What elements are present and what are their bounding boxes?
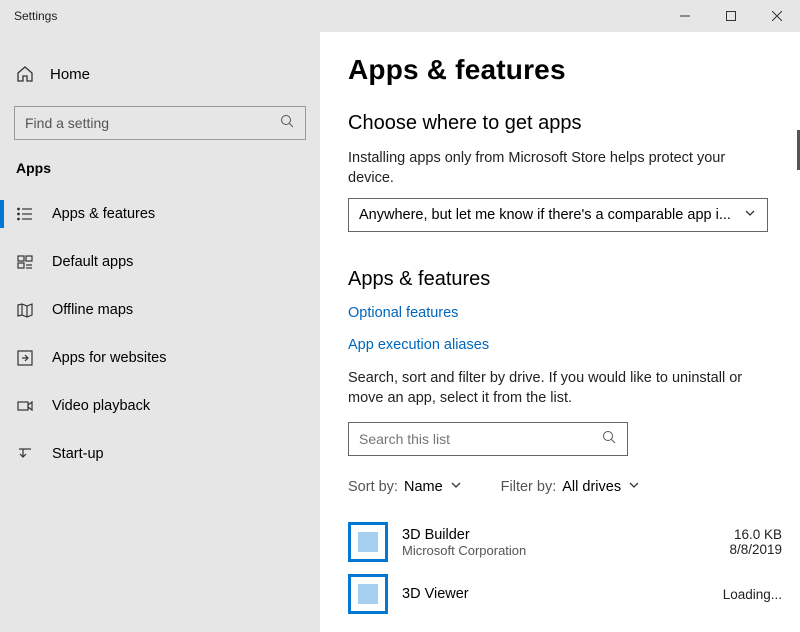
app-list-item[interactable]: 3D Viewer Loading... xyxy=(348,568,782,620)
nav-apps-websites[interactable]: Apps for websites xyxy=(0,334,320,382)
app-source-value: Anywhere, but let me know if there's a c… xyxy=(359,207,743,223)
sidebar-search[interactable] xyxy=(14,106,306,140)
app-list-search[interactable] xyxy=(348,422,628,456)
nav-label: Apps & features xyxy=(52,206,155,222)
choose-description: Installing apps only from Microsoft Stor… xyxy=(348,149,768,188)
filter-value: All drives xyxy=(562,479,621,495)
content-pane: Apps & features Choose where to get apps… xyxy=(320,32,800,632)
home-icon xyxy=(16,65,34,83)
defaults-icon xyxy=(16,253,34,271)
search-icon xyxy=(280,114,295,132)
nav-default-apps[interactable]: Default apps xyxy=(0,238,320,286)
page-title: Apps & features xyxy=(348,54,782,86)
filter-control[interactable]: Filter by: All drives xyxy=(501,478,641,496)
sidebar-section-label: Apps xyxy=(0,160,320,176)
video-icon xyxy=(16,397,34,415)
close-button[interactable] xyxy=(754,0,800,32)
app-list-search-input[interactable] xyxy=(359,431,602,447)
app-publisher: Microsoft Corporation xyxy=(402,543,715,558)
list-icon xyxy=(16,205,34,223)
caption-buttons xyxy=(662,0,800,32)
app-source-select[interactable]: Anywhere, but let me know if there's a c… xyxy=(348,198,768,232)
nav-label: Offline maps xyxy=(52,302,133,318)
open-icon xyxy=(16,349,34,367)
app-icon xyxy=(348,522,388,562)
app-name: 3D Builder xyxy=(402,527,715,543)
sort-label: Sort by: xyxy=(348,479,398,495)
search-icon xyxy=(602,430,617,448)
choose-heading: Choose where to get apps xyxy=(348,112,782,135)
startup-icon xyxy=(16,445,34,463)
nav-apps-features[interactable]: Apps & features xyxy=(0,190,320,238)
chevron-down-icon xyxy=(449,478,463,496)
nav-label: Apps for websites xyxy=(52,350,166,366)
filter-description: Search, sort and filter by drive. If you… xyxy=(348,369,768,408)
app-icon xyxy=(348,574,388,614)
sort-control[interactable]: Sort by: Name xyxy=(348,478,463,496)
app-list-item[interactable]: 3D Builder Microsoft Corporation 16.0 KB… xyxy=(348,516,782,568)
sort-filter-row: Sort by: Name Filter by: All drives xyxy=(348,478,782,496)
app-date: 8/8/2019 xyxy=(729,542,782,557)
nav-startup[interactable]: Start-up xyxy=(0,430,320,478)
apps-features-heading: Apps & features xyxy=(348,268,782,291)
app-size: Loading... xyxy=(723,587,782,602)
app-execution-aliases-link[interactable]: App execution aliases xyxy=(348,337,782,353)
nav-video-playback[interactable]: Video playback xyxy=(0,382,320,430)
nav-label: Video playback xyxy=(52,398,150,414)
chevron-down-icon xyxy=(743,206,757,224)
chevron-down-icon xyxy=(627,478,641,496)
filter-label: Filter by: xyxy=(501,479,557,495)
map-icon xyxy=(16,301,34,319)
nav-offline-maps[interactable]: Offline maps xyxy=(0,286,320,334)
sidebar-search-input[interactable] xyxy=(25,115,280,131)
minimize-button[interactable] xyxy=(662,0,708,32)
nav-label: Default apps xyxy=(52,254,133,270)
window-title: Settings xyxy=(14,9,57,23)
sort-value: Name xyxy=(404,479,443,495)
app-name: 3D Viewer xyxy=(402,586,709,602)
home-nav[interactable]: Home xyxy=(0,56,320,92)
nav-label: Start-up xyxy=(52,446,104,462)
optional-features-link[interactable]: Optional features xyxy=(348,305,782,321)
sidebar: Home Apps Apps & features Default apps xyxy=(0,32,320,632)
home-label: Home xyxy=(50,66,90,83)
app-size: 16.0 KB xyxy=(729,527,782,542)
maximize-button[interactable] xyxy=(708,0,754,32)
